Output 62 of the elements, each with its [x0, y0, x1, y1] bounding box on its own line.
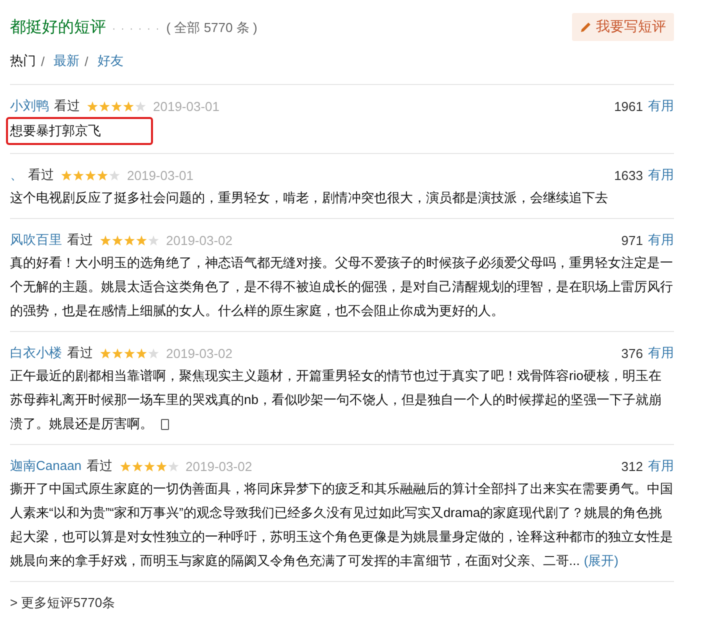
vote-count: 971: [621, 232, 643, 248]
star-icon: [136, 348, 147, 358]
star-icon: [136, 234, 147, 246]
star-icon: [156, 460, 167, 472]
vote-count: 312: [621, 458, 643, 474]
comment-text: 真的好看！大小明玉的选角绝了，神态语气都无缝对接。父母不爱孩子的时候孩子必须爱父母吗，重男轻女注定是一个无解的主题。姚晨太适合这类角色了，是不得不被迫成长的倔强，是对自己清醒规划的理智，是在职场上雷厉风行的强势，也是在感情上细腻的女人。什么样的原生家庭，也不会阻止你成为更好的人。: [10, 254, 674, 320]
filter-tab[interactable]: 好友: [97, 52, 124, 70]
vote-count: 1961: [614, 98, 643, 114]
useful-link[interactable]: 有用: [648, 166, 674, 184]
watch-status: 看过: [54, 97, 80, 115]
star-icon: [112, 348, 123, 358]
star-icon: [99, 100, 110, 112]
star-icon: [111, 100, 122, 112]
comment-text: 撕开了中国式原生家庭的一切伪善面具，将同床异梦下的疲乏和其乐融融后的算计全部抖了出来实在需要勇气。中国人素来“以和为贵”“家和万事兴”的观念导致我们已经多久没有见过如此写实又drama的家庭现代剧了？姚晨的角色挑起大梁，也可以算是对女性独立的一种呼吁，苏明玉这个角色更像是为姚晨量身定做的，诠释这种都市的独立女性是姚晨向来的拿手好戏，而明玉与家庭的隔阂又令角色充满了可发挥的丰富细节，在面对父亲、二哥... (展开): [10, 480, 674, 570]
star-icon: [124, 348, 135, 358]
comment-text: 正午最近的剧都相当靠谱啊，聚焦现实主义题材，开篇重男轻女的情节也过于真实了吧！戏骨阵容rio硬核，明玉在苏母葬礼离开时候那一场车里的哭戏真的nb，看似吵架一句不饶人，但是独自一个人的时候撑起的坚强一下子就崩溃了。姚晨还是厉害啊。: [10, 367, 662, 433]
star-icon: [132, 460, 143, 472]
watch-status: 看过: [67, 344, 93, 362]
more-reviews-link[interactable]: > 更多短评5770条: [10, 582, 674, 619]
useful-link[interactable]: 有用: [648, 231, 674, 249]
star-icon: [97, 170, 108, 180]
user-link[interactable]: 风吹百里: [10, 231, 62, 249]
star-icon: [61, 170, 72, 180]
filter-tab[interactable]: 最新: [54, 52, 80, 70]
user-link[interactable]: 白衣小楼: [10, 344, 62, 362]
useful-link[interactable]: 有用: [648, 344, 674, 362]
useful-link[interactable]: 有用: [648, 97, 674, 115]
star-icon: [85, 170, 96, 180]
comment-date: 2019-03-02: [166, 346, 232, 360]
star-icon: [112, 234, 123, 246]
user-link[interactable]: 、: [10, 166, 23, 184]
star-icon: [87, 100, 98, 112]
watch-status: 看过: [86, 457, 113, 475]
user-link[interactable]: 小刘鸭: [10, 97, 49, 115]
comment-date: 2019-03-01: [127, 168, 194, 182]
comment-date: 2019-03-01: [153, 98, 220, 114]
tab-separator: /: [41, 54, 45, 68]
all-count-link[interactable]: ( 全部 5770 条 ): [166, 18, 258, 36]
comment-date: 2019-03-02: [186, 458, 252, 474]
watch-status: 看过: [67, 231, 93, 249]
vote-count: 1633: [614, 168, 643, 182]
user-link[interactable]: 迦南Canaan: [10, 457, 82, 475]
tab-separator: /: [84, 54, 88, 68]
expand-link[interactable]: (展开): [584, 553, 619, 568]
watch-status: 看过: [28, 166, 54, 184]
star-icon: [144, 460, 155, 472]
section-title: 都挺好的短评: [10, 18, 106, 38]
star-icon: [100, 348, 111, 358]
comment-text: 这个电视剧反应了挺多社会问题的，重男轻女，啃老，剧情冲突也很大，演员都是演技派，会继续追下去: [10, 189, 609, 207]
star-icon: [123, 100, 134, 112]
star-icon: [120, 460, 131, 472]
useful-link[interactable]: 有用: [648, 457, 674, 475]
pencil-icon: [580, 21, 592, 33]
star-icon: [124, 234, 135, 246]
vote-count: 376: [621, 346, 643, 360]
write-review-button[interactable]: 我要写短评: [572, 13, 674, 41]
highlighted-comment-text: 想要暴打郭京飞: [6, 117, 153, 145]
comment-date: 2019-03-02: [166, 232, 232, 248]
dotted-divider: · · · · · ·: [112, 22, 160, 34]
star-icon: [73, 170, 84, 180]
star-icon: [100, 234, 111, 246]
filter-tab[interactable]: 热门: [10, 52, 36, 70]
